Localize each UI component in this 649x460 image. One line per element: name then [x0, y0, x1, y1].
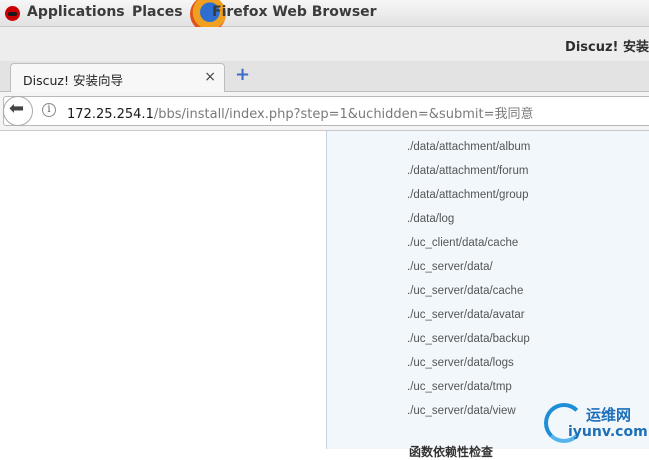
- info-icon[interactable]: i: [42, 103, 56, 117]
- directory-item: ./data/attachment/group: [407, 189, 529, 201]
- window-title: Discuz! 安装: [565, 40, 649, 55]
- directory-item: ./uc_client/data/cache: [407, 237, 519, 249]
- directory-item: ./uc_server/data/logs: [407, 357, 514, 369]
- back-button[interactable]: ⬅: [3, 96, 33, 126]
- watermark-text-en: iyunv.com: [568, 424, 648, 440]
- active-app-menu[interactable]: Firefox Web Browser: [212, 4, 377, 20]
- gnome-top-bar: Applications Places Firefox Web Browser: [0, 0, 649, 32]
- directory-item: ./uc_server/data/avatar: [407, 309, 525, 321]
- directory-item: ./data/log: [407, 213, 455, 225]
- url-host: 172.25.254.1: [67, 107, 154, 122]
- tab-discuz-install[interactable]: Discuz! 安装向导 ×: [10, 63, 225, 92]
- directory-item: ./data/attachment/album: [407, 141, 531, 153]
- window-title-bar[interactable]: Discuz! 安装: [0, 27, 649, 61]
- section-heading: 函数依赖性检查: [409, 445, 494, 459]
- directory-item: ./uc_server/data/view: [407, 405, 516, 417]
- tab-strip: Discuz! 安装向导 × +: [0, 61, 649, 92]
- watermark-text-cn: 运维网: [586, 406, 632, 424]
- redhat-icon[interactable]: [5, 6, 20, 21]
- arrow-left-icon: ⬅: [9, 98, 25, 119]
- url-path: /bbs/install/index.php?step=1&uchidden=&…: [153, 107, 534, 122]
- url-text[interactable]: 172.25.254.1/bbs/install/index.php?step=…: [67, 103, 533, 122]
- tab-title: Discuz! 安装向导: [23, 73, 123, 88]
- navigation-bar: ⬅ i 172.25.254.1/bbs/install/index.php?s…: [0, 92, 649, 131]
- places-menu[interactable]: Places: [132, 4, 183, 20]
- directory-item: ./data/attachment/forum: [407, 165, 529, 177]
- close-icon[interactable]: ×: [204, 69, 216, 85]
- directory-item: ./uc_server/data/: [407, 261, 493, 273]
- directory-item: ./uc_server/data/backup: [407, 333, 530, 345]
- applications-menu[interactable]: Applications: [27, 4, 125, 20]
- url-bar[interactable]: ⬅ i 172.25.254.1/bbs/install/index.php?s…: [3, 96, 649, 126]
- directory-item: ./uc_server/data/tmp: [407, 381, 512, 393]
- new-tab-plus-icon[interactable]: +: [235, 64, 250, 85]
- site-watermark: 运维网 iyunv.com: [540, 398, 649, 446]
- directory-item: ./uc_server/data/cache: [407, 285, 524, 297]
